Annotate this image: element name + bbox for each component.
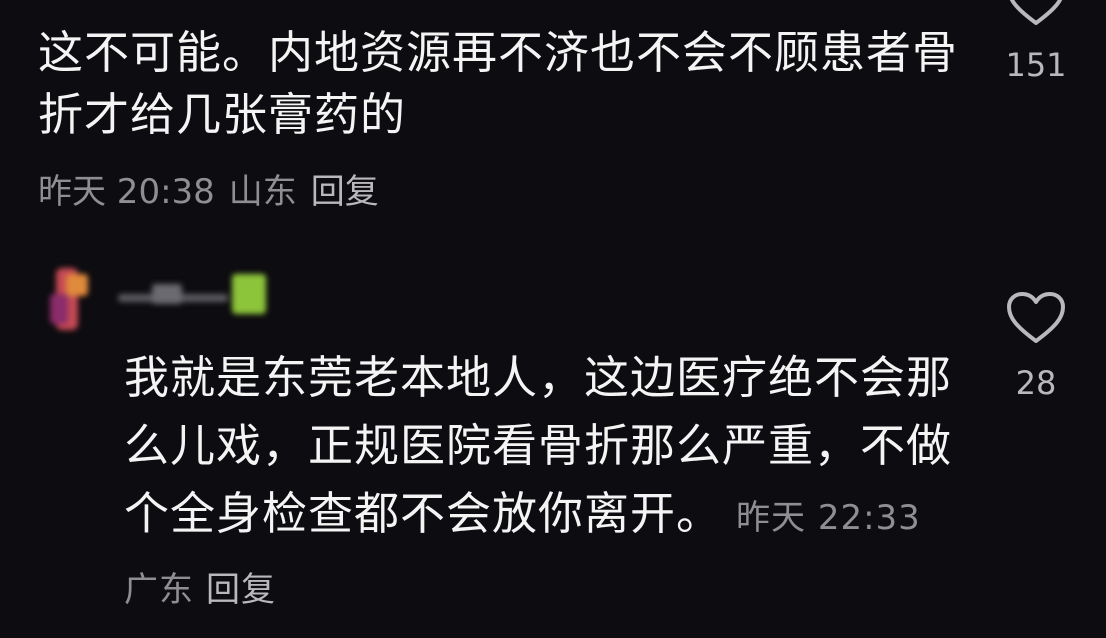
comment-body: 我就是东莞老本地人，这边医疗绝不会那么儿戏，正规医院看骨折那么严重，不做个全身检…: [124, 344, 954, 624]
like-count: 151: [1005, 46, 1067, 84]
like-group: 151: [996, 0, 1076, 84]
heart-outline-icon[interactable]: [1005, 0, 1067, 28]
reply-button[interactable]: 回复: [311, 172, 379, 212]
like-group: 28: [996, 290, 1076, 402]
comment-time: 昨天 20:38: [38, 172, 215, 212]
username[interactable]: [112, 270, 282, 320]
heart-outline-icon[interactable]: [1005, 290, 1067, 346]
avatar[interactable]: [42, 262, 106, 342]
like-count: 28: [1015, 364, 1057, 402]
comment-time: 昨天 22:33: [736, 498, 921, 538]
comment-meta: 昨天 20:38 山东 回复: [38, 172, 393, 212]
reply-button[interactable]: 回复: [206, 570, 276, 610]
comment-location: 广东: [124, 570, 194, 610]
comment-location: 山东: [228, 172, 297, 212]
comment-text: 这不可能。内地资源再不济也不会不顾患者骨折才给几张膏药的: [38, 26, 959, 141]
